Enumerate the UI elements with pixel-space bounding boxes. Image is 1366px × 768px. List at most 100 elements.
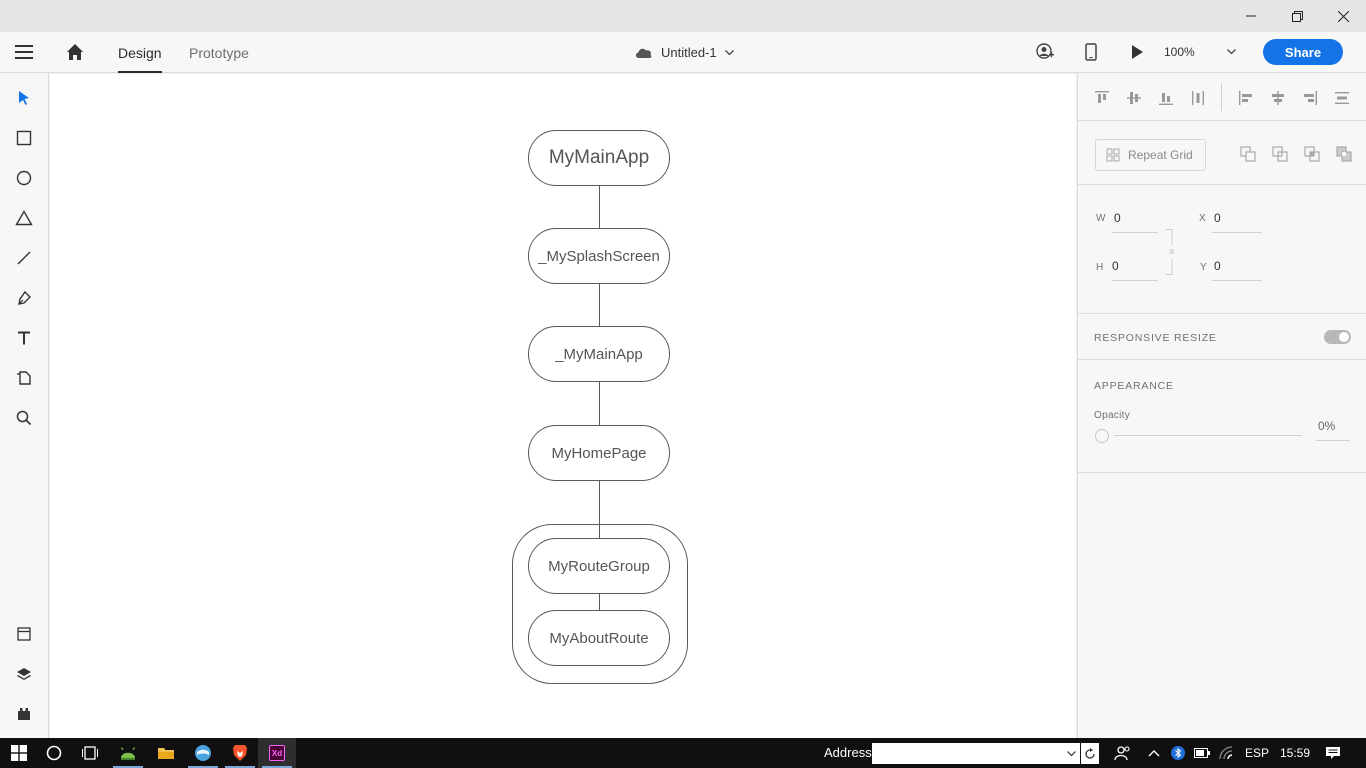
align-bottom-button[interactable] [1157,89,1175,107]
opacity-slider-track[interactable] [1114,435,1302,436]
select-tool[interactable] [9,83,39,113]
node-my-home-page[interactable]: MyHomePage [528,425,670,481]
rectangle-tool[interactable] [9,123,39,153]
pen-tool[interactable] [9,283,39,313]
node-my-main-app[interactable]: MyMainApp [528,130,670,186]
boolean-add-icon [1240,146,1256,162]
align-middle-button[interactable] [1125,89,1143,107]
distribute-vertical-icon [1192,91,1204,105]
repeat-grid-button[interactable]: Repeat Grid [1095,139,1206,171]
boolean-add-button[interactable] [1239,145,1257,163]
width-label: W [1096,213,1106,224]
align-bottom-icon [1159,93,1173,105]
minimize-button[interactable] [1228,0,1274,32]
battery-tray-button[interactable] [1191,738,1213,768]
close-button[interactable] [1320,0,1366,32]
magnifier-icon [16,410,32,426]
restore-button[interactable] [1274,0,1320,32]
text-icon [18,331,30,345]
plugin-icon [18,708,30,720]
align-middle-icon [1127,92,1141,104]
device-preview-button[interactable] [1084,43,1098,66]
node-my-about-route[interactable]: MyAboutRoute [528,610,670,666]
width-underline [1112,232,1158,233]
tab-design[interactable]: Design [118,32,162,73]
y-field[interactable]: 0 [1214,259,1221,273]
text-tool[interactable] [9,323,39,353]
polygon-tool[interactable] [9,203,39,233]
hamburger-icon [15,45,33,59]
responsive-resize-toggle[interactable] [1324,330,1351,344]
align-top-icon [1095,91,1109,103]
boolean-intersect-button[interactable] [1303,145,1321,163]
distribute-vertical-button[interactable] [1189,89,1207,107]
alignment-section [1078,73,1366,121]
boolean-exclude-button[interactable] [1335,145,1353,163]
taskbar-android-studio[interactable] [109,738,147,768]
share-button[interactable]: Share [1263,39,1343,65]
node-private-main-app[interactable]: _MyMainApp [528,326,670,382]
lock-aspect-button[interactable] [1166,229,1175,275]
taskbar-brave[interactable] [221,738,259,768]
divider [1221,83,1222,111]
start-button[interactable] [0,738,38,768]
taskbar-adobe-xd[interactable]: Xd [258,738,296,768]
opacity-underline [1316,440,1350,441]
minimize-icon [1246,15,1256,17]
show-hidden-icons-button[interactable] [1143,738,1165,768]
tab-prototype[interactable]: Prototype [189,32,249,73]
chevron-down-icon [724,49,734,55]
brave-lion-icon [233,745,247,761]
ellipse-tool[interactable] [9,163,39,193]
line-tool[interactable] [9,243,39,273]
boolean-subtract-button[interactable] [1271,145,1289,163]
align-center-icon [1272,91,1284,105]
zoom-dropdown[interactable]: 100% [1164,41,1236,63]
document-title-dropdown[interactable]: Untitled-1 [634,32,734,73]
cortana-button[interactable] [35,738,73,768]
network-tray-button[interactable] [1215,738,1239,768]
chevron-down-icon [1067,751,1076,757]
mobile-device-icon [1085,43,1097,61]
action-center-button[interactable] [1318,738,1348,768]
bluetooth-tray-button[interactable] [1167,738,1189,768]
chevron-up-icon [1148,750,1160,757]
layers-panel-button[interactable] [9,659,39,689]
align-left-button[interactable] [1237,89,1255,107]
address-input[interactable] [872,743,1080,764]
taskbar-file-explorer[interactable] [147,738,185,768]
opacity-slider-handle[interactable] [1095,429,1109,443]
clock[interactable]: 15:59 [1280,746,1310,760]
address-go-button[interactable] [1081,743,1099,764]
distribute-horizontal-button[interactable] [1333,89,1351,107]
assets-panel-button[interactable] [9,619,39,649]
zoom-tool[interactable] [9,403,39,433]
task-view-icon [82,746,98,760]
taskbar-browser[interactable] [184,738,222,768]
grid-icon [1106,148,1120,162]
height-field[interactable]: 0 [1112,259,1119,273]
task-view-button[interactable] [71,738,109,768]
artboard-icon [17,371,31,385]
hamburger-menu-button[interactable] [15,44,33,65]
align-right-button[interactable] [1301,89,1319,107]
android-icon [120,747,136,760]
zoom-value: 100% [1164,45,1195,59]
input-language-indicator[interactable]: ESP [1245,746,1269,760]
width-field[interactable]: 0 [1114,211,1121,225]
node-my-route-group[interactable]: MyRouteGroup [528,538,670,594]
design-canvas[interactable]: MyMainApp _MySplashScreen _MyMainApp MyH… [50,74,1076,738]
plugins-panel-button[interactable] [9,699,39,729]
x-field[interactable]: 0 [1214,211,1221,225]
play-preview-button[interactable] [1130,44,1144,65]
artboard-tool[interactable] [9,363,39,393]
node-my-splash-screen[interactable]: _MySplashScreen [528,228,670,284]
appearance-label: APPEARANCE [1094,380,1174,392]
tools-sidebar [0,73,49,738]
home-button[interactable] [66,43,84,66]
opacity-value[interactable]: 0% [1318,419,1335,433]
people-button[interactable] [1105,738,1141,768]
align-top-button[interactable] [1093,89,1111,107]
align-center-button[interactable] [1269,89,1287,107]
invite-user-button[interactable] [1036,43,1054,66]
